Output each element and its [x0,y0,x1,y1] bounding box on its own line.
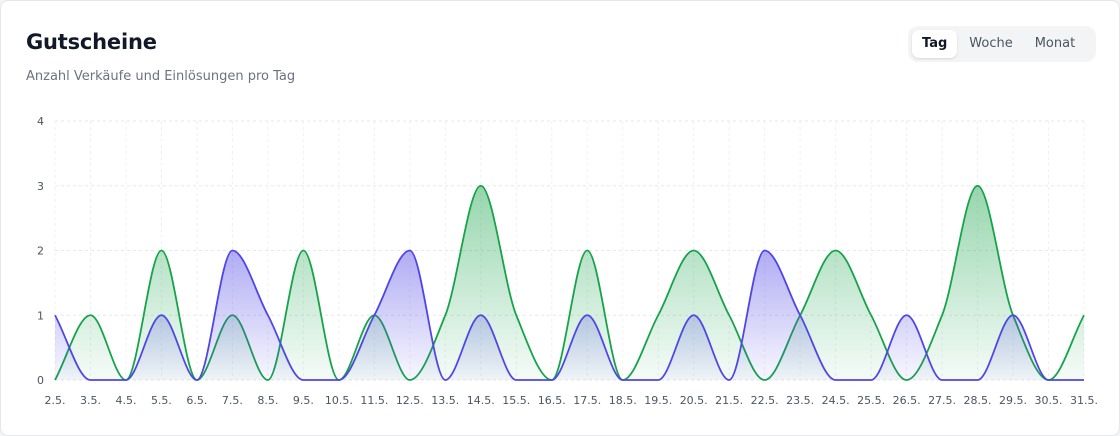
x-tick-label: 23.5. [786,394,814,407]
x-tick-label: 28.5. [964,394,992,407]
x-tick-label: 26.5. [893,394,921,407]
x-tick-label: 4.5. [115,394,136,407]
x-tick-label: 13.5. [431,394,459,407]
y-tick-label: 1 [37,309,44,322]
x-tick-label: 31.5. [1070,394,1098,407]
y-tick-label: 4 [37,115,44,128]
x-tick-label: 30.5. [1035,394,1063,407]
x-tick-label: 6.5. [186,394,207,407]
x-tick-label: 12.5. [396,394,424,407]
x-tick-label: 24.5. [822,394,850,407]
x-tick-label: 11.5. [360,394,388,407]
x-tick-label: 19.5. [644,394,672,407]
x-tick-label: 21.5. [715,394,743,407]
y-tick-label: 0 [37,374,44,387]
x-tick-label: 29.5. [999,394,1027,407]
x-tick-label: 2.5. [45,394,66,407]
x-tick-label: 8.5. [257,394,278,407]
x-tick-label: 17.5. [573,394,601,407]
vouchers-area-chart: 0 1 2 3 4 2.5. 3.5. 4.5. 5.5. 6.5. 7.5. 8.5. 9.5. 10.… [37,115,1098,407]
x-tick-label: 15.5. [502,394,530,407]
x-tick-label: 10.5. [325,394,353,407]
x-tick-label: 22.5. [751,394,779,407]
x-tick-label: 18.5. [609,394,637,407]
x-tick-label: 9.5. [293,394,314,407]
x-tick-label: 7.5. [222,394,243,407]
x-tick-label: 14.5. [467,394,495,407]
x-tick-label: 16.5. [538,394,566,407]
x-tick-label: 3.5. [80,394,101,407]
x-tick-label: 5.5. [151,394,172,407]
x-tick-label: 27.5. [928,394,956,407]
y-tick-label: 2 [37,245,44,258]
x-tick-label: 25.5. [857,394,885,407]
x-tick-label: 20.5. [680,394,708,407]
y-tick-label: 3 [37,180,44,193]
